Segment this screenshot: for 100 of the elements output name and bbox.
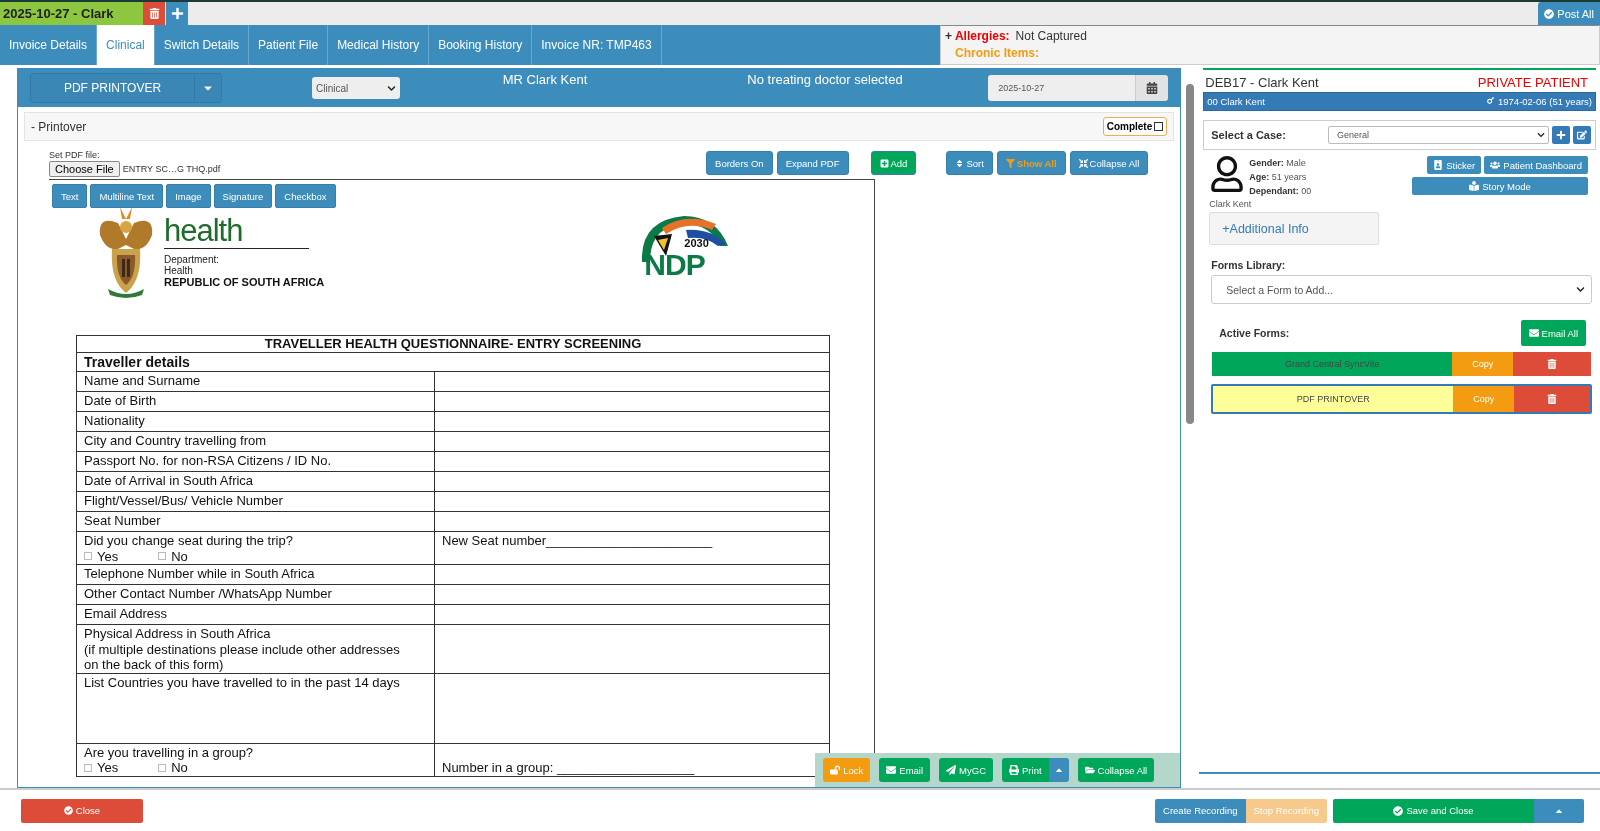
country-name: REPUBLIC OF SOUTH AFRICA — [164, 276, 325, 288]
toolbar-button[interactable]: Collapse All — [1069, 151, 1149, 175]
file-name: ENTRY SC…G THQ.pdf — [122, 164, 221, 174]
table-title: TRAVELLER HEALTH QUESTIONNAIRE- ENTRY SCREENING — [77, 336, 829, 353]
patient-detail: Age: 51 years — [1249, 171, 1308, 184]
table-cell: City and Country travelling from — [77, 432, 435, 451]
toolbar-button[interactable]: Sort — [946, 151, 993, 175]
user-avatar-icon — [1209, 156, 1246, 192]
option-label: Yes — [97, 548, 119, 564]
add-case-button[interactable] — [1552, 126, 1570, 144]
forms-library-label: Forms Library: — [1211, 259, 1287, 271]
active-forms-label: Active Forms: — [1219, 327, 1290, 339]
form-select[interactable]: PDF PRINTOVER — [30, 73, 222, 103]
email-all-button[interactable]: Email All — [1520, 320, 1586, 346]
copy-button[interactable]: Copy — [1452, 352, 1514, 376]
session-tab[interactable]: 2025-10-27 - Clark — [0, 2, 143, 25]
save-close-button[interactable]: Save and Close — [1333, 798, 1534, 823]
option-label: Yes — [97, 760, 119, 776]
tab[interactable]: Clinical — [97, 25, 155, 65]
chronic-items-label: Chronic Items: — [955, 46, 1039, 60]
lock-button[interactable]: Lock — [823, 758, 871, 782]
print-button[interactable]: Print — [1002, 758, 1049, 782]
envelope-icon — [886, 765, 897, 775]
table-cell: Seat Number — [77, 512, 435, 531]
filter-icon — [1005, 158, 1015, 168]
tab[interactable]: Patient File — [249, 25, 329, 65]
logo-wordmark: NDP — [644, 250, 705, 280]
field-tool-button[interactable]: Checkbox — [275, 184, 336, 208]
compress-icon — [1078, 158, 1088, 168]
allergies-label: + Allergies: — [945, 29, 1010, 43]
field-tool-button[interactable]: Image — [166, 184, 211, 208]
department-line: Department: — [164, 254, 221, 265]
delete-button[interactable] — [1513, 352, 1591, 376]
close-button[interactable]: Close — [21, 798, 143, 823]
form-name[interactable]: PDF PRINTOVER — [1213, 386, 1454, 412]
add-button[interactable] — [166, 2, 188, 25]
checkbox[interactable] — [84, 552, 92, 561]
choose-file-button[interactable]: Choose File — [49, 161, 120, 177]
table-cell: Physical Address in South Africa (if multiple destinations please include other addresses on the back of this form) — [77, 625, 435, 673]
envelope-icon — [1528, 328, 1539, 338]
dashboard-button[interactable]: Patient Dashboard — [1484, 156, 1588, 174]
case-label: Select a Case: — [1211, 129, 1286, 141]
tab[interactable]: Switch Details — [154, 25, 250, 65]
additional-info-button[interactable]: +Additional Info — [1209, 212, 1380, 245]
field-tool-button[interactable]: Text — [52, 184, 88, 208]
folder-icon — [1084, 765, 1095, 775]
category-select[interactable]: Clinical — [312, 77, 400, 99]
complete-button[interactable]: Complete — [1102, 117, 1168, 136]
field-tool-button[interactable]: Multiline Text — [90, 184, 164, 208]
member-name: 00 Clark Kent — [1207, 96, 1265, 107]
toolbar-button[interactable]: Borders On — [706, 151, 773, 175]
print-icon — [1009, 765, 1019, 775]
toolbar-button[interactable]: Add — [870, 151, 917, 175]
reader-icon — [1469, 181, 1480, 191]
delete-button[interactable] — [1514, 386, 1590, 412]
active-form-item[interactable]: PDF PRINTOVER Copy — [1211, 384, 1592, 414]
chevron-icon — [387, 83, 396, 93]
paper-plane-icon — [946, 765, 957, 775]
patient-name: MR Clark Kent — [501, 72, 589, 87]
toolbar-button[interactable]: Expand PDF — [776, 151, 849, 175]
table-cell: List Countries you have travelled to in the past 14 days — [77, 673, 435, 743]
sort-icon — [955, 158, 965, 168]
sticker-button[interactable]: Sticker — [1427, 156, 1482, 174]
trash-icon — [1547, 359, 1558, 369]
case-select[interactable]: General — [1328, 126, 1549, 144]
active-form-item[interactable]: Grand Central SyncVite Copy — [1211, 351, 1592, 377]
email-button[interactable]: Email — [879, 758, 931, 782]
dropdown-button[interactable] — [1048, 758, 1069, 782]
section-title[interactable]: - Printover — [31, 119, 87, 134]
form-name[interactable]: Grand Central SyncVite — [1212, 352, 1453, 376]
send-button[interactable]: MyGC — [939, 758, 993, 782]
checkbox[interactable] — [158, 552, 167, 561]
patient-detail: Dependant: 00 — [1249, 185, 1312, 198]
table-cell: Date of Arrival in South Africa — [77, 472, 435, 491]
checkbox[interactable] — [1154, 122, 1164, 131]
table-cell: Nationality — [77, 412, 435, 431]
option-label: No — [171, 760, 188, 776]
delete-button[interactable] — [143, 2, 165, 25]
table-cell: Telephone Number while in South Africa — [77, 565, 435, 584]
form-library-select[interactable]: Select a Form to Add... — [1211, 275, 1592, 304]
logo-year: 2030 — [684, 237, 709, 249]
tab[interactable]: Booking History — [429, 25, 533, 65]
recording-button[interactable]: Create Recording — [1155, 798, 1246, 823]
copy-button[interactable]: Copy — [1453, 386, 1515, 412]
edit-case-button[interactable] — [1573, 126, 1591, 144]
plus-icon — [170, 7, 184, 20]
allergies-value: Not Captured — [1015, 29, 1087, 43]
option-label: No — [171, 548, 188, 564]
post-all-button[interactable]: Post All — [1538, 2, 1600, 25]
checkbox[interactable] — [84, 763, 92, 772]
patient-name: Clark Kent — [1209, 199, 1253, 209]
dropdown-button[interactable] — [1534, 798, 1584, 823]
tab[interactable]: Medical History — [328, 25, 430, 65]
folder-button[interactable]: Collapse All — [1077, 758, 1155, 782]
male-icon — [1486, 96, 1496, 105]
checkbox[interactable] — [158, 763, 167, 772]
birth-date: 1974-02-06 (51 years) — [1486, 96, 1592, 107]
field-tool-button[interactable]: Signature — [213, 184, 273, 208]
story-button[interactable]: Story Mode — [1412, 177, 1588, 195]
tab[interactable]: Invoice NR: TMP463 — [532, 25, 662, 65]
